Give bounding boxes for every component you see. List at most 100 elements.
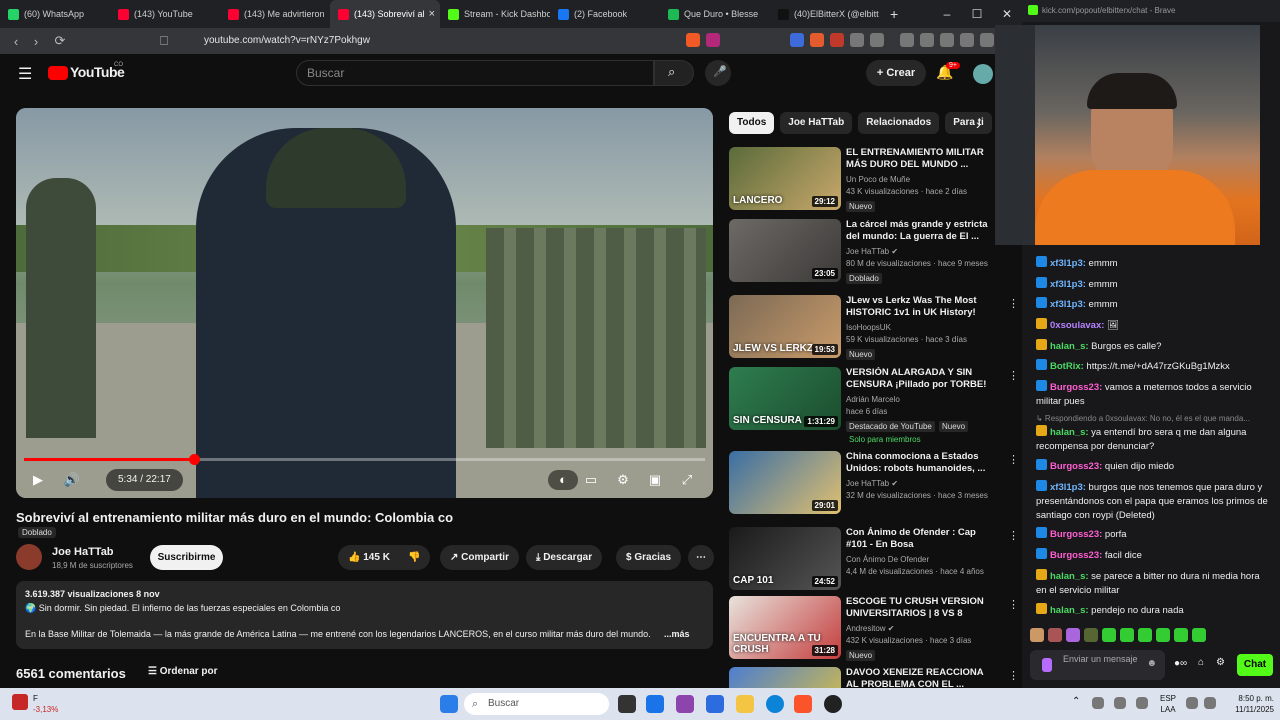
emote-icon[interactable] xyxy=(1066,628,1080,642)
more-options-icon[interactable]: ⋮ xyxy=(1008,297,1019,310)
filter-chip[interactable]: Todos xyxy=(729,112,775,134)
emote-icon[interactable] xyxy=(1048,628,1062,642)
filter-chip[interactable]: Relacionados xyxy=(858,112,940,134)
brave-rewards-icon[interactable] xyxy=(706,33,720,47)
sidebar-icon[interactable] xyxy=(920,33,934,47)
recommended-video[interactable]: LANCERO 29:12 EL ENTRENAMIENTO MILITAR MÁS… xyxy=(729,147,1019,213)
video-channel[interactable]: Joe HaTTab ✔ xyxy=(846,247,898,256)
new-tab-button[interactable]: + xyxy=(890,6,898,22)
browser-tab[interactable]: Que Duro • Blesse xyxy=(660,0,770,28)
video-channel[interactable]: Andresitow ✔ xyxy=(846,624,895,633)
channel-name[interactable]: Joe HaTTab xyxy=(52,546,114,558)
video-channel[interactable]: Joe HaTTab ✔ xyxy=(846,479,898,488)
chat-settings-icon[interactable]: ⚙ xyxy=(1216,657,1225,668)
browser-tab[interactable]: (2) Facebook xyxy=(550,0,660,28)
recommended-video[interactable]: JLEW VS LERKZ 19:53 JLew vs Lerkz Was The … xyxy=(729,295,1019,361)
video-title[interactable]: JLew vs Lerkz Was The Most HISTORIC 1v1 … xyxy=(846,295,991,319)
browser-tab[interactable]: (143) Sobreviví al × xyxy=(330,0,440,28)
more-options-icon[interactable]: ⋮ xyxy=(1008,369,1019,382)
maximize-icon[interactable]: ☐ xyxy=(962,0,992,28)
chat-username[interactable]: xf3l1p3: xyxy=(1050,482,1086,493)
share-button[interactable]: ↗ Compartir xyxy=(440,545,519,570)
url-field[interactable]: youtube.com/watch?v=rNYz7Pokhgw xyxy=(182,32,622,50)
video-channel[interactable]: Un Poco de Muñe xyxy=(846,175,910,184)
more-options-icon[interactable]: ⋮ xyxy=(1008,453,1019,466)
chat-username[interactable]: halan_s: xyxy=(1050,427,1089,438)
browser-tab[interactable]: (143) YouTube xyxy=(110,0,220,28)
tray-icon[interactable] xyxy=(1114,697,1126,709)
video-thumbnail[interactable]: SIN CENSURA 1:31:29 xyxy=(729,367,841,430)
users-icon[interactable]: ●∞ xyxy=(1174,658,1187,669)
close-icon[interactable]: ✕ xyxy=(992,0,1022,28)
windows-start-icon[interactable] xyxy=(440,695,458,713)
thanks-button[interactable]: $ Gracias xyxy=(616,545,682,570)
chat-username[interactable]: Burgoss23: xyxy=(1050,382,1102,393)
send-chat-button[interactable]: Chat xyxy=(1237,654,1273,676)
channel-avatar[interactable] xyxy=(16,544,42,570)
emote-icon[interactable] xyxy=(1138,628,1152,642)
video-title[interactable]: China conmociona a Estados Unidos: robot… xyxy=(846,451,991,475)
subtitles-icon[interactable]: ▭ xyxy=(581,470,601,490)
video-thumbnail[interactable] xyxy=(729,667,841,688)
reload-icon[interactable]: ⟳ xyxy=(50,33,70,49)
emote-icon[interactable] xyxy=(1120,628,1134,642)
more-options-icon[interactable]: ⋮ xyxy=(1008,669,1019,682)
video-title[interactable]: VERSIÓN ALARGADA Y SIN CENSURA ¡Pillado … xyxy=(846,367,991,392)
filter-chip[interactable]: Para ti xyxy=(945,112,992,134)
video-channel[interactable]: Adrián Marcelo xyxy=(846,395,900,404)
emote-icon[interactable] xyxy=(1156,628,1170,642)
browser-tab[interactable]: Stream - Kick Dashbo xyxy=(440,0,550,28)
brave-shield-icon[interactable] xyxy=(686,33,700,47)
language-indicator[interactable]: ESP LAA xyxy=(1160,693,1176,715)
emote-icon[interactable] xyxy=(1192,628,1206,642)
brave-icon[interactable] xyxy=(794,695,812,713)
bookmark-icon[interactable]: ⎕ xyxy=(154,33,174,49)
stock-widget[interactable]: F -3,13% xyxy=(33,693,58,715)
emote-icon[interactable] xyxy=(1102,628,1116,642)
chat-username[interactable]: BotRix: xyxy=(1050,361,1084,372)
browser-tab[interactable]: (143) Me advirtieron xyxy=(220,0,330,28)
video-channel[interactable]: Con Ánimo De Ofender xyxy=(846,555,929,564)
leo-icon[interactable] xyxy=(960,33,974,47)
chevron-up-icon[interactable]: ⌃ xyxy=(1072,696,1080,707)
chat-username[interactable]: Burgoss23: xyxy=(1050,550,1102,561)
volume-icon[interactable] xyxy=(1204,697,1216,709)
recommended-video[interactable]: DAVOO XENEIZE REACCIONA AL PROBLEMA CON … xyxy=(729,667,1019,688)
subscribe-button[interactable]: Suscribirme xyxy=(150,545,223,570)
recommended-video[interactable]: 29:01 China conmociona a Estados Unidos: … xyxy=(729,451,1019,517)
volume-icon[interactable]: 🔊 xyxy=(62,470,82,490)
like-icon[interactable]: 👍 xyxy=(348,552,363,563)
browser-tab[interactable]: (60) WhatsApp xyxy=(0,0,110,28)
tab-close-icon[interactable]: × xyxy=(429,8,435,20)
store-icon[interactable] xyxy=(706,695,724,713)
download-button[interactable]: ⤓ Descargar xyxy=(526,545,603,570)
wallet-icon[interactable] xyxy=(940,33,954,47)
media-icon[interactable] xyxy=(900,33,914,47)
taskbar-search[interactable]: ⌕ Buscar xyxy=(464,693,609,715)
description-box[interactable]: 3.619.387 visualizaciones 8 nov 🌍 Sin do… xyxy=(16,581,713,649)
minimize-icon[interactable]: – xyxy=(932,0,962,28)
emote-icon[interactable] xyxy=(1084,628,1098,642)
video-title[interactable]: DAVOO XENEIZE REACCIONA AL PROBLEMA CON … xyxy=(846,667,991,688)
chat-username[interactable]: Burgoss23: xyxy=(1050,461,1102,472)
system-clock[interactable]: 8:50 p. m. 11/11/2025 xyxy=(1224,693,1274,715)
more-options-icon[interactable]: ⋮ xyxy=(1008,529,1019,542)
emote-icon[interactable] xyxy=(1030,628,1044,642)
chat-username[interactable]: halan_s: xyxy=(1050,341,1089,352)
translate-icon[interactable] xyxy=(790,33,804,47)
video-channel[interactable]: IsoHoopsUK xyxy=(846,323,891,332)
chevron-right-icon[interactable]: › xyxy=(976,116,981,132)
video-title[interactable]: La cárcel más grande y estricta del mund… xyxy=(846,219,991,243)
back-icon[interactable]: ‹ xyxy=(6,34,26,49)
video-title[interactable]: ESCOGE TU CRUSH VERSION UNIVERSITARIOS |… xyxy=(846,596,991,620)
video-thumbnail[interactable]: 23:05 xyxy=(729,219,841,282)
chat-input[interactable]: Enviar un mensaje ☻ xyxy=(1030,650,1165,680)
search-input[interactable]: Buscar xyxy=(296,60,654,86)
chat-username[interactable]: halan_s: xyxy=(1050,605,1089,616)
like-count[interactable]: 145 K xyxy=(363,552,390,563)
video-thumbnail[interactable]: LANCERO 29:12 xyxy=(729,147,841,210)
video-title[interactable]: Con Ánimo de Ofender : Cap #101 - En Bos… xyxy=(846,527,991,551)
video-player[interactable]: ▶ 🔊 5:34 / 22:17 ◐ ▭ ⚙ ▣ ⤢ xyxy=(16,108,713,498)
show-more-link[interactable]: ...más xyxy=(664,627,690,641)
chat-username[interactable]: halan_s: xyxy=(1050,571,1089,582)
